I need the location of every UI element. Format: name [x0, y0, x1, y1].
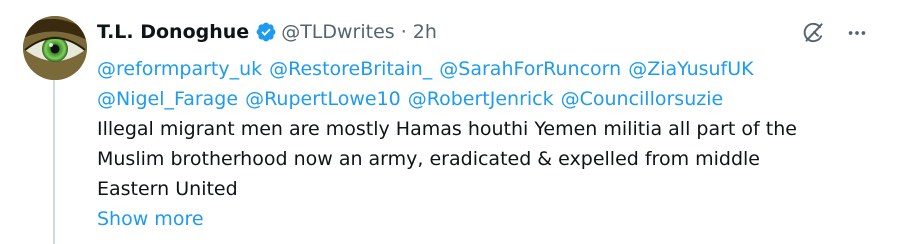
mentions-line-2: @Nigel_Farage @RupertLowe10 @RobertJenrick… — [97, 84, 874, 114]
mention-link[interactable]: @reformparty_uk — [97, 58, 262, 80]
thread-line — [53, 72, 55, 244]
mention-link[interactable]: @RestoreBritain_ — [269, 58, 432, 80]
mention-link[interactable]: @RobertJenrick — [408, 88, 554, 110]
eye-avatar-image — [23, 16, 87, 80]
mention-link[interactable]: @RupertLowe10 — [245, 88, 401, 110]
timestamp[interactable]: 2h — [413, 21, 437, 43]
verified-badge-icon[interactable] — [255, 21, 277, 43]
mentions-line-1: @reformparty_uk @RestoreBritain_ @SarahFor… — [97, 54, 874, 84]
display-name[interactable]: T.L. Donoghue — [97, 21, 249, 43]
text-line: Eastern United — [97, 178, 238, 200]
avatar[interactable] — [23, 16, 87, 80]
more-dots-icon[interactable] — [840, 16, 874, 50]
text-line: Illegal migrant men are mostly Hamas hou… — [97, 118, 797, 140]
mention-link[interactable]: @Councillorsuzie — [561, 88, 724, 110]
tweet-text: @reformparty_uk @RestoreBritain_ @SarahFor… — [97, 54, 874, 234]
tweet-actions — [796, 16, 874, 50]
show-more-link[interactable]: Show more — [97, 204, 204, 234]
tweet-header: T.L. Donoghue @TLDwrites · 2h — [97, 16, 874, 48]
mention-link[interactable]: @SarahForRuncorn — [439, 58, 621, 80]
tweet[interactable]: T.L. Donoghue @TLDwrites · 2h @reformpar… — [0, 0, 898, 244]
separator-dot: · — [400, 21, 407, 43]
mention-link[interactable]: @ZiaYusufUK — [628, 58, 753, 80]
mention-link[interactable]: @Nigel_Farage — [97, 88, 238, 110]
grok-icon[interactable] — [796, 16, 830, 50]
text-line: Muslim brotherhood now an army, eradicat… — [97, 148, 760, 170]
tweet-content: T.L. Donoghue @TLDwrites · 2h @reformpar… — [97, 16, 874, 234]
handle[interactable]: @TLDwrites — [281, 21, 395, 43]
